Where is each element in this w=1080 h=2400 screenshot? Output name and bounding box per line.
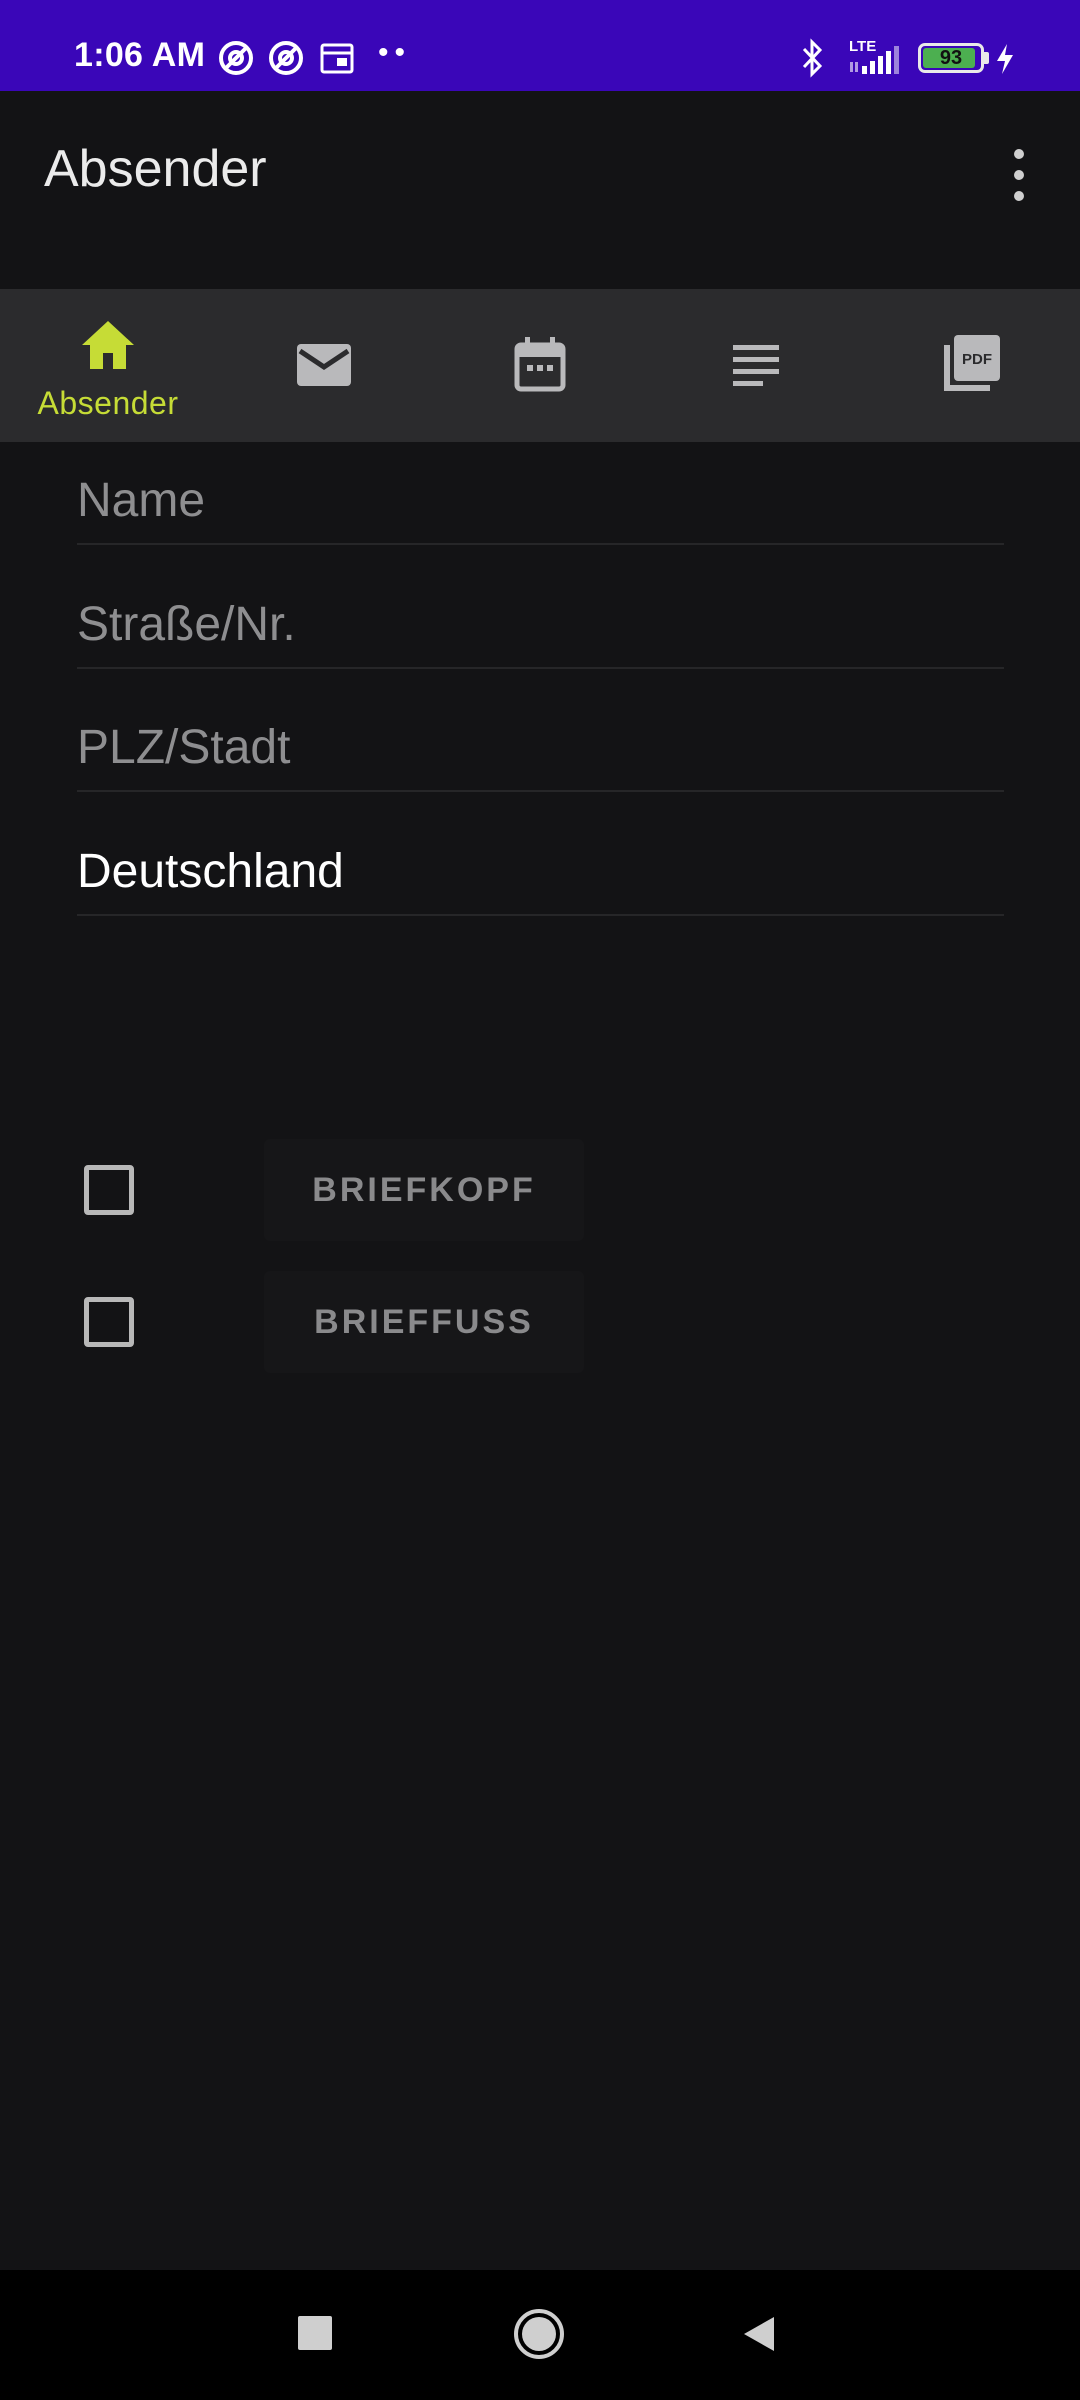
at-sign-icon xyxy=(219,41,253,75)
tab-mail[interactable] xyxy=(216,289,432,442)
at-sign-icon xyxy=(269,41,303,75)
page-title: Absender xyxy=(44,140,267,198)
name-placeholder: Name xyxy=(77,474,206,527)
tab-absender[interactable]: Absender xyxy=(0,289,216,442)
country-value: Deutschland xyxy=(77,845,344,898)
tab-text[interactable] xyxy=(648,289,864,442)
calendar-icon xyxy=(320,43,354,74)
bluetooth-icon xyxy=(802,38,823,78)
brieffuss-row: BRIEFFUSS xyxy=(84,1271,684,1373)
back-triangle-icon[interactable] xyxy=(740,2314,778,2354)
pdf-icon: PDF xyxy=(944,335,1000,391)
battery-indicator: 93 xyxy=(918,43,984,73)
mail-icon xyxy=(297,344,351,386)
briefkopf-button[interactable]: BRIEFKOPF xyxy=(264,1139,584,1241)
briefkopf-label: BRIEFKOPF xyxy=(312,1171,536,1209)
country-field[interactable]: Deutschland xyxy=(77,816,1004,916)
more-vert-icon xyxy=(1014,170,1024,180)
svg-text:PDF: PDF xyxy=(962,351,992,368)
screen: 1:06 AM •• LTE 93 Absender Absender PDF … xyxy=(0,0,1080,2400)
more-vert-icon xyxy=(1014,149,1024,159)
system-nav-bar xyxy=(0,2270,1080,2400)
brieffuss-label: BRIEFFUSS xyxy=(314,1303,534,1341)
street-field[interactable]: Straße/Nr. xyxy=(77,569,1004,669)
city-placeholder: PLZ/Stadt xyxy=(77,721,291,774)
status-time: 1:06 AM xyxy=(74,36,206,74)
brieffuss-button[interactable]: BRIEFFUSS xyxy=(264,1271,584,1373)
battery-cap xyxy=(984,52,989,64)
tab-pdf[interactable]: PDF xyxy=(864,289,1080,442)
tab-bar: Absender PDF xyxy=(0,289,1080,442)
status-bar: 1:06 AM •• LTE 93 xyxy=(0,0,1080,91)
charging-icon xyxy=(997,44,1013,74)
battery-level-text: 93 xyxy=(939,47,963,69)
more-options-button[interactable] xyxy=(998,143,1038,207)
subject-lines-icon xyxy=(733,345,779,386)
brieffuss-checkbox[interactable] xyxy=(84,1297,134,1347)
calendar-icon xyxy=(514,337,566,392)
city-field[interactable]: PLZ/Stadt xyxy=(77,692,1004,792)
home-circle-icon[interactable] xyxy=(513,2308,565,2360)
home-icon xyxy=(82,321,134,369)
briefkopf-row: BRIEFKOPF xyxy=(84,1139,684,1241)
name-field[interactable]: Name xyxy=(77,445,1004,545)
more-vert-icon xyxy=(1014,191,1024,201)
more-notifications-dots: •• xyxy=(378,36,412,69)
briefkopf-checkbox[interactable] xyxy=(84,1165,134,1215)
tab-label: Absender xyxy=(37,385,179,421)
tab-calendar[interactable] xyxy=(432,289,648,442)
app-bar: Absender xyxy=(0,91,1080,289)
signal-icon xyxy=(850,46,899,74)
street-placeholder: Straße/Nr. xyxy=(77,598,296,651)
recents-button[interactable] xyxy=(298,2316,332,2350)
